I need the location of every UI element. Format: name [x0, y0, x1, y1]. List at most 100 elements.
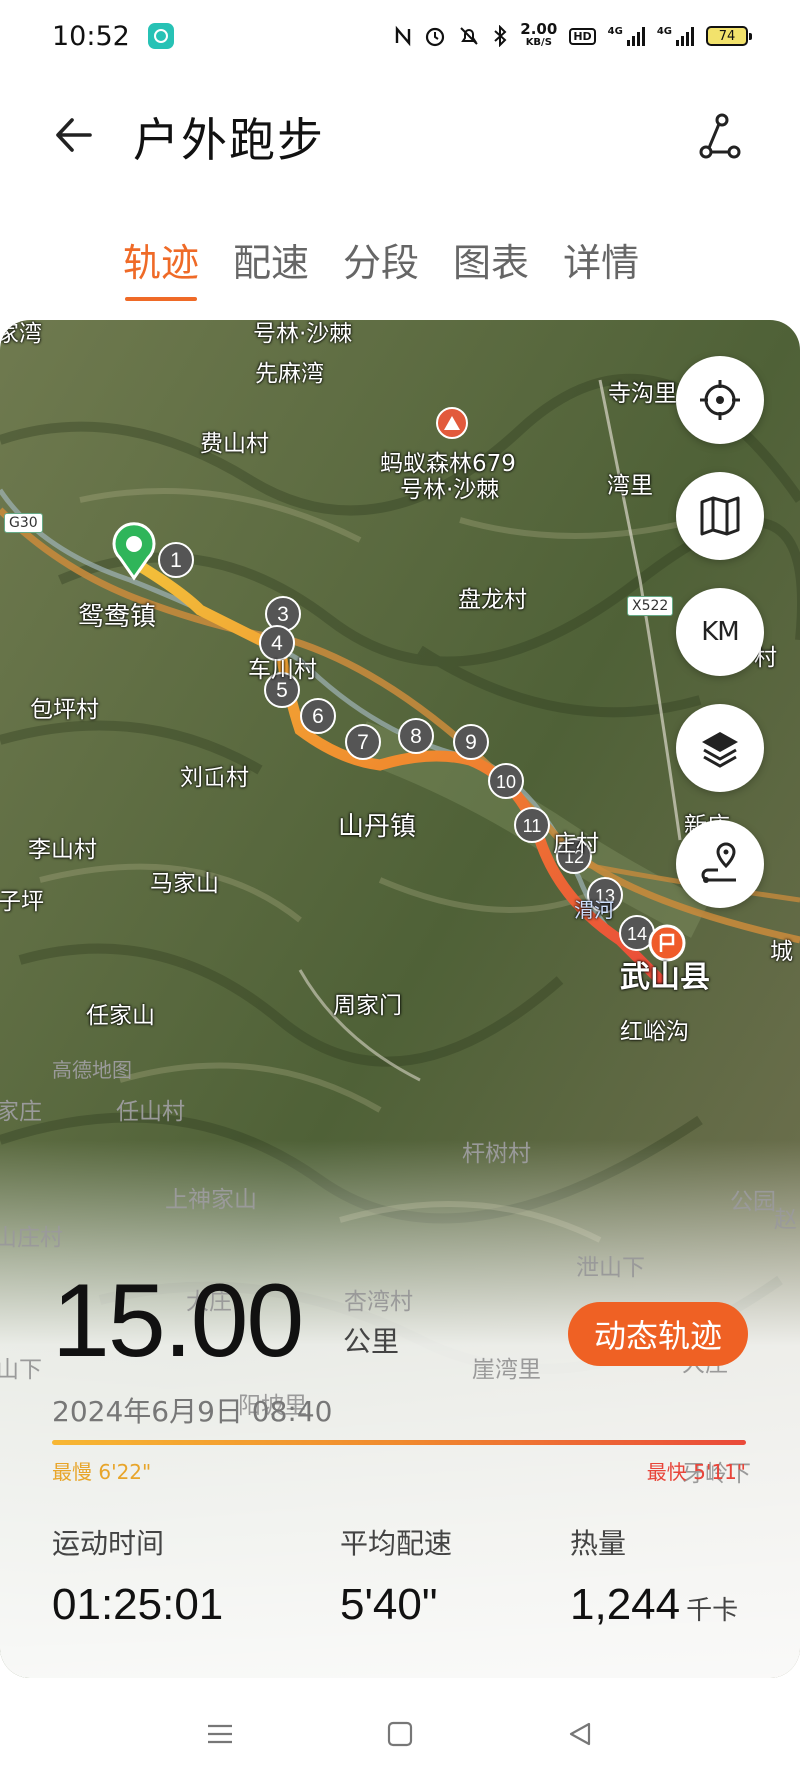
stat-label: 平均配速 [340, 1527, 453, 1560]
map-label: 任家山 [86, 1003, 155, 1029]
map-label: 武山县 [620, 960, 710, 995]
route-pin-icon [701, 842, 736, 883]
status-time: 10:52 [52, 20, 130, 52]
stat-value: 01:25:01 [52, 1580, 224, 1629]
map-label: 庄村 [553, 831, 599, 857]
map-label: 赵 [774, 1207, 797, 1233]
network-type-1: 4G [607, 26, 623, 37]
svg-text:9: 9 [465, 731, 477, 754]
map-label: 寺沟里 [608, 381, 677, 407]
distance-value: 15.00 [52, 1263, 304, 1379]
network-type-2: 4G [656, 26, 672, 37]
svg-text:7: 7 [357, 731, 369, 754]
fastest-pace: 最快 5'11" [646, 1460, 746, 1484]
dynamic-track-button[interactable]: 动态轨迹 [568, 1302, 748, 1366]
km-marker-1: 1 [158, 542, 194, 578]
tab-charts[interactable]: 图表 [453, 232, 529, 301]
stat-avg-pace: 平均配速 5'40" [340, 1522, 452, 1630]
tab-details[interactable]: 详情 [563, 232, 639, 301]
app-header: 户外跑步 [0, 90, 800, 180]
map-label: 盘龙村 [458, 587, 527, 613]
map-label: 泄山下 [576, 1255, 645, 1281]
map-label: 杏湾村 [344, 1289, 413, 1315]
map-label: 崖湾里 [472, 1357, 541, 1383]
svg-text:1: 1 [170, 549, 182, 572]
svg-text:10: 10 [496, 772, 516, 792]
km-marker-7: 7 [345, 724, 381, 760]
status-bar: 10:52 2.00 KB/S HD 4G 4G 74 [0, 0, 800, 72]
menu-icon[interactable] [205, 1719, 235, 1749]
km-marker-3: 3 [265, 596, 301, 632]
road-sign-g30: G30 [4, 513, 43, 533]
map-label: 任山村 [116, 1099, 185, 1125]
tab-track[interactable]: 轨迹 [123, 232, 199, 301]
route-share-icon[interactable] [694, 110, 746, 162]
network-speed: 2.00 KB/S [520, 20, 558, 49]
locate-button[interactable] [676, 356, 764, 444]
map-label: 马家山 [150, 871, 219, 897]
layers-button[interactable] [676, 704, 764, 792]
map-label: 车川村 [248, 657, 317, 683]
map-type-button[interactable] [676, 472, 764, 560]
bluetooth-icon [494, 25, 507, 47]
svg-text:3: 3 [277, 603, 289, 626]
battery-icon: 74 [706, 26, 752, 46]
crosshair-icon [700, 380, 740, 420]
workout-date: 2024年6月9日 08:40 [52, 1395, 333, 1428]
arrow-left-icon[interactable] [50, 110, 100, 160]
map-label: 鸳鸯镇 [78, 602, 157, 632]
map-label: 湾里 [607, 473, 653, 499]
route-pin-button[interactable] [676, 820, 764, 908]
map-label: 杆树村 [462, 1141, 531, 1167]
pace-gradient-bar [52, 1440, 746, 1445]
page-title: 户外跑步 [133, 113, 325, 167]
map-label: 包坪村 [30, 697, 99, 723]
stat-value: 5'40" [340, 1580, 438, 1629]
signal-icon [676, 26, 694, 46]
stat-unit: 千卡 [686, 1595, 739, 1625]
signal-icon [626, 26, 645, 46]
svg-text:8: 8 [410, 725, 422, 748]
map-label: 山庄村 [0, 1225, 63, 1251]
map-label: 公园 [730, 1189, 776, 1215]
map-label: 号林·沙棘 [253, 321, 353, 347]
status-icons: 2.00 KB/S HD 4G 4G 74 [394, 20, 752, 50]
map-label: 子坪 [0, 889, 44, 915]
map-label: 城 [770, 939, 793, 965]
map-label: 刘屲村 [180, 765, 249, 791]
svg-text:6: 6 [312, 705, 324, 728]
map-label: 先麻湾 [255, 361, 324, 387]
slowest-pace: 最慢 6'22" [52, 1460, 152, 1484]
stat-label: 热量 [570, 1527, 627, 1560]
map-label: 周家门 [333, 993, 402, 1019]
layers-icon [702, 732, 738, 768]
stat-calories: 热量 1,244 千卡 [570, 1522, 738, 1630]
map-label: 费山村 [200, 431, 269, 457]
notification-app-icon [147, 23, 174, 49]
map-label: 山下 [0, 1357, 42, 1383]
km-marker-11: 11 [514, 807, 550, 843]
map-label: 家庄 [0, 1099, 42, 1125]
map-icon [700, 496, 740, 536]
map-label: 上神家山 [165, 1187, 257, 1213]
km-marker-10: 10 [488, 763, 524, 799]
back-triangle-icon[interactable] [565, 1719, 595, 1749]
stat-value: 1,244 千卡 [570, 1580, 739, 1629]
distance-unit: 公里 [343, 1325, 400, 1358]
km-marker-9: 9 [453, 724, 489, 760]
tab-splits[interactable]: 分段 [343, 232, 419, 301]
map-label: 李山村 [28, 837, 97, 863]
forest-poi-icon [436, 407, 468, 439]
home-square-icon[interactable] [385, 1719, 415, 1749]
stat-duration: 运动时间 01:25:01 [52, 1522, 223, 1630]
map-label: 家湾 [0, 321, 42, 347]
nfc-icon [396, 25, 411, 47]
alarm-icon [426, 27, 445, 47]
km-marker-6: 6 [300, 698, 336, 734]
km-toggle-button[interactable]: KM [676, 588, 764, 676]
tab-pace[interactable]: 配速 [233, 232, 309, 301]
map-label: 山丹镇 [338, 812, 417, 842]
svg-text:11: 11 [523, 816, 542, 836]
stat-label: 运动时间 [52, 1527, 165, 1560]
road-sign-x522: X522 [627, 596, 674, 616]
